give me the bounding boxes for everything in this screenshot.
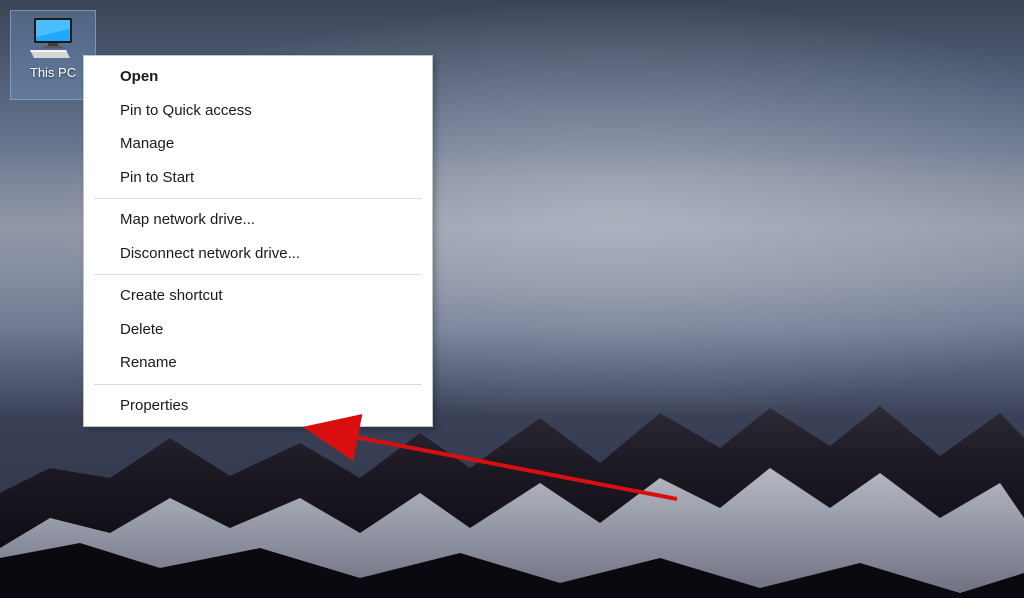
menu-separator xyxy=(94,384,422,385)
menu-item-map-drive[interactable]: Map network drive... xyxy=(86,203,430,237)
menu-item-pin-quick[interactable]: Pin to Quick access xyxy=(86,94,430,128)
menu-item-shortcut[interactable]: Create shortcut xyxy=(86,279,430,313)
context-menu: Open Pin to Quick access Manage Pin to S… xyxy=(83,55,433,427)
menu-item-delete[interactable]: Delete xyxy=(86,313,430,347)
this-pc-icon xyxy=(28,17,78,59)
menu-item-rename[interactable]: Rename xyxy=(86,346,430,380)
menu-item-open[interactable]: Open xyxy=(86,60,430,94)
menu-item-disconnect[interactable]: Disconnect network drive... xyxy=(86,237,430,271)
menu-item-manage[interactable]: Manage xyxy=(86,127,430,161)
menu-separator xyxy=(94,274,422,275)
menu-item-pin-start[interactable]: Pin to Start xyxy=(86,161,430,195)
desktop-icon-label: This PC xyxy=(30,65,76,80)
wallpaper-mountains xyxy=(0,398,1024,598)
menu-separator xyxy=(94,198,422,199)
menu-item-properties[interactable]: Properties xyxy=(86,389,430,423)
